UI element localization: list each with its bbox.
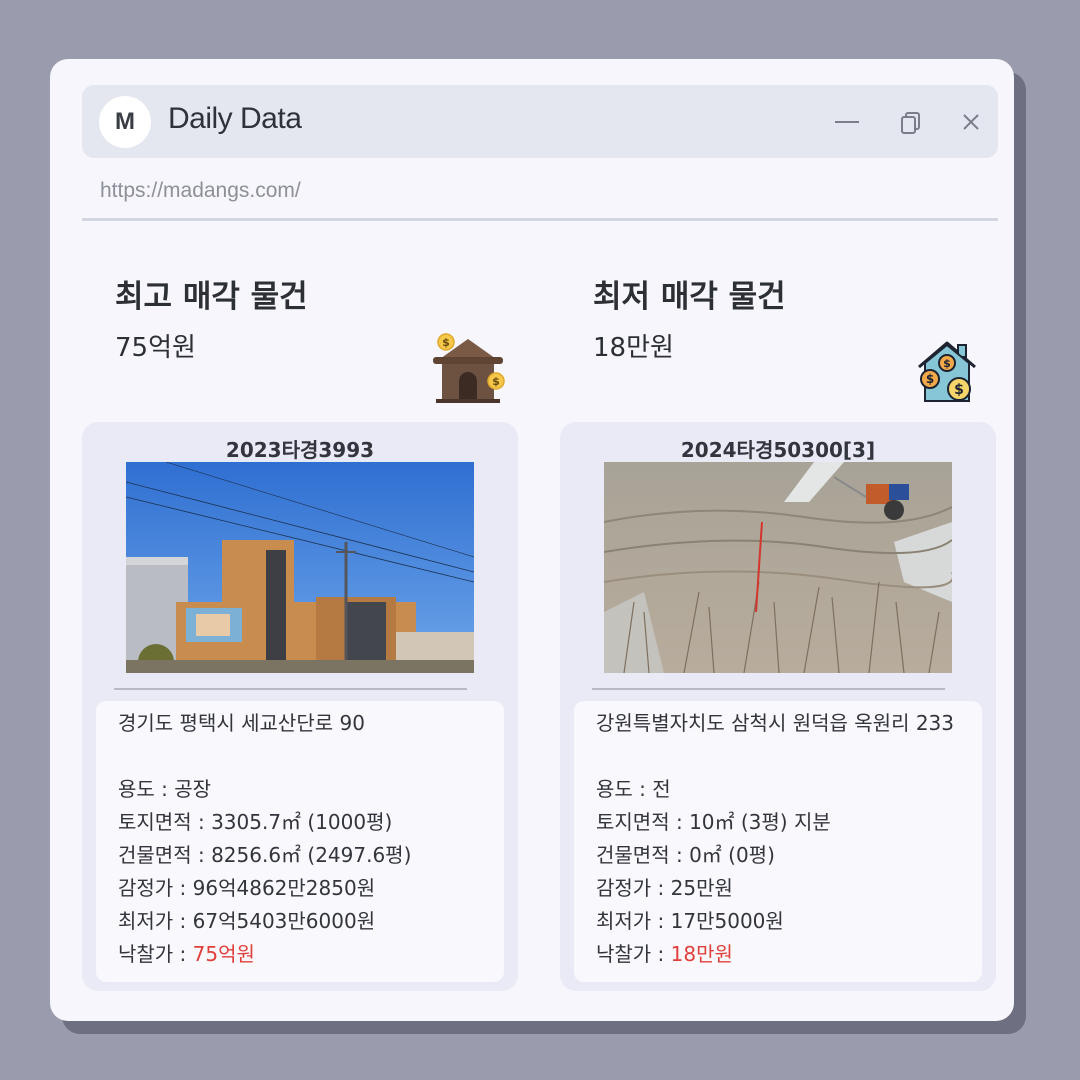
- title-bar: M Daily Data: [82, 85, 998, 158]
- case-number: 2024타경50300[3]: [680, 438, 876, 462]
- building-area-value: 8256.6㎡ (2497.6평): [211, 843, 412, 867]
- land-area-row: 토지면적 : 3305.7㎡ (1000평): [118, 806, 482, 839]
- house-dollar-icon: $ $ $: [916, 339, 978, 407]
- highest-price: 75억원: [115, 333, 196, 363]
- lowest-price: 18만원: [593, 333, 674, 363]
- app-logo: M: [99, 96, 151, 148]
- minimum-price-label: 최저가 :: [596, 909, 671, 933]
- property-info: 경기도 평택시 세교산단로 90 용도 : 공장 토지면적 : 3305.7㎡ …: [96, 701, 504, 982]
- usage-value: 공장: [174, 777, 212, 801]
- svg-text:$: $: [492, 375, 500, 388]
- property-photo[interactable]: [604, 462, 952, 673]
- minimum-price-value: 67억5403만6000원: [192, 909, 376, 933]
- building-area-label: 건물면적 :: [596, 843, 690, 867]
- usage-label: 용도 :: [118, 777, 175, 801]
- property-address: 강원특별자치도 삼척시 원덕읍 옥원리 233: [596, 711, 955, 735]
- usage-row: 용도 : 공장: [118, 773, 482, 806]
- winning-bid-label: 낙찰가 :: [596, 942, 671, 966]
- winning-bid-label: 낙찰가 :: [118, 942, 193, 966]
- minimum-price-label: 최저가 :: [118, 909, 193, 933]
- building-area-label: 건물면적 :: [118, 843, 212, 867]
- card-divider: [114, 688, 467, 690]
- building-area-value: 0㎡ (0평): [689, 843, 775, 867]
- highest-heading: 최고 매각 물건: [115, 279, 308, 315]
- svg-text:$: $: [943, 357, 951, 370]
- close-icon[interactable]: [956, 107, 986, 137]
- appraisal-value: 96억4862만2850원: [192, 876, 376, 900]
- land-area-row: 토지면적 : 10㎡ (3평) 지분: [596, 806, 960, 839]
- app-title: Daily Data: [168, 102, 302, 135]
- usage-row: 용도 : 전: [596, 773, 960, 806]
- appraisal-label: 감정가 :: [596, 876, 671, 900]
- appraisal-row: 감정가 : 25만원: [596, 872, 960, 905]
- building-area-row: 건물면적 : 8256.6㎡ (2497.6평): [118, 839, 482, 872]
- svg-text:$: $: [954, 382, 964, 398]
- usage-label: 용도 :: [596, 777, 653, 801]
- svg-text:$: $: [442, 336, 450, 349]
- minimum-price-row: 최저가 : 17만5000원: [596, 905, 960, 938]
- property-info: 강원특별자치도 삼척시 원덕읍 옥원리 233 용도 : 전 토지면적 : 10…: [574, 701, 982, 982]
- land-area-value: 3305.7㎡ (1000평): [211, 810, 393, 834]
- usage-value: 전: [652, 777, 671, 801]
- building-area-row: 건물면적 : 0㎡ (0평): [596, 839, 960, 872]
- lowest-card: 2024타경50300[3] 강원특별자치도 삼척시 원덕읍 옥원리 233 용…: [560, 422, 996, 991]
- house-coin-icon: $ $: [432, 331, 506, 407]
- minimize-icon[interactable]: [832, 107, 862, 137]
- land-area-label: 토지면적 :: [118, 810, 212, 834]
- winning-bid-row: 낙찰가 : 18만원: [596, 938, 960, 971]
- svg-text:$: $: [926, 372, 934, 386]
- appraisal-value: 25만원: [670, 876, 733, 900]
- header-divider: [82, 218, 998, 221]
- minimum-price-row: 최저가 : 67억5403만6000원: [118, 905, 482, 938]
- appraisal-row: 감정가 : 96억4862만2850원: [118, 872, 482, 905]
- appraisal-label: 감정가 :: [118, 876, 193, 900]
- case-number: 2023타경3993: [225, 438, 375, 462]
- lowest-heading: 최저 매각 물건: [593, 279, 786, 315]
- winning-bid-value: 75억원: [192, 942, 255, 966]
- property-address: 경기도 평택시 세교산단로 90: [118, 711, 365, 735]
- app-window: M Daily Data https://madangs.com/ 최고 매각 …: [50, 59, 1014, 1021]
- land-area-label: 토지면적 :: [596, 810, 690, 834]
- minimum-price-value: 17만5000원: [670, 909, 784, 933]
- land-area-value: 10㎡ (3평) 지분: [689, 810, 831, 834]
- property-photo[interactable]: [126, 462, 474, 673]
- winning-bid-row: 낙찰가 : 75억원: [118, 938, 482, 971]
- winning-bid-value: 18만원: [670, 942, 733, 966]
- url-text[interactable]: https://madangs.com/: [100, 179, 301, 203]
- copy-icon[interactable]: [896, 107, 926, 137]
- card-divider: [592, 688, 945, 690]
- highest-card: 2023타경3993 경기도 평택시 세교산단로 90 용도: 공장 토지면적…: [82, 422, 518, 991]
